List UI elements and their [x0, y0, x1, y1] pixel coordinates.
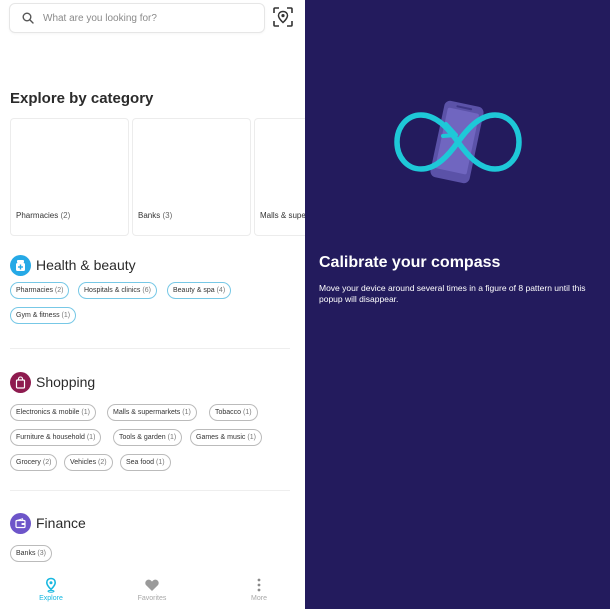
chip-count: (2) — [98, 459, 107, 466]
category-carousel[interactable]: Pharmacies (2) Banks (3) Malls & supe — [10, 118, 305, 236]
chip-label: Furniture & household — [16, 434, 85, 441]
chip-count: (1) — [182, 409, 191, 416]
health-beauty-icon — [10, 254, 31, 276]
chip-count: (2) — [42, 459, 52, 466]
search-icon — [22, 12, 34, 24]
calibrate-instructions: Move your device around several times in… — [319, 283, 586, 304]
chip-label: Malls & supermarkets — [113, 409, 181, 416]
chip-label: Sea food — [126, 459, 155, 466]
group-shopping: Shopping Electronics & mobile (1) Malls … — [10, 371, 295, 471]
chip-count: (1) — [81, 409, 90, 416]
chip-count: (2) — [54, 287, 64, 294]
more-vertical-icon — [257, 578, 261, 592]
nav-explore[interactable]: Explore — [11, 568, 91, 602]
chip-count: (1) — [243, 409, 252, 416]
bottom-navigation: Explore Favorites More — [0, 568, 305, 609]
category-card-malls[interactable]: Malls & supe — [254, 118, 305, 236]
group-health-beauty: Health & beauty Pharmacies (2) Hospitals… — [10, 254, 295, 326]
chip-label: Tools & garden — [119, 434, 166, 441]
chip-sea-food[interactable]: Sea food (1) — [120, 454, 171, 471]
nav-favorites[interactable]: Favorites — [112, 568, 192, 602]
nav-explore-label: Explore — [39, 595, 63, 602]
category-card-count: (3) — [162, 211, 173, 220]
chip-label: Grocery — [16, 459, 41, 466]
figure-eight-phone-icon — [394, 100, 522, 184]
explore-category-title: Explore by category — [10, 90, 154, 107]
chip-count: (4) — [216, 287, 226, 294]
category-card-count: (2) — [60, 211, 71, 220]
group-title: Finance — [36, 515, 86, 531]
location-pin-icon — [45, 577, 57, 593]
chip-games-music[interactable]: Games & music (1) — [190, 429, 262, 446]
chip-vehicles[interactable]: Vehicles (2) — [64, 454, 113, 471]
category-card-pharmacies[interactable]: Pharmacies (2) — [10, 118, 129, 236]
nav-favorites-label: Favorites — [137, 595, 167, 602]
chip-count: (1) — [86, 434, 96, 441]
chip-count: (1) — [167, 434, 177, 441]
group-title: Shopping — [36, 374, 96, 390]
chip-banks[interactable]: Banks (3) — [10, 545, 52, 562]
category-card-label: Banks — [138, 211, 161, 220]
chip-hospitals-clinics[interactable]: Hospitals & clinics (6) — [78, 282, 157, 299]
group-title: Health & beauty — [36, 257, 136, 273]
chip-tobacco[interactable]: Tobacco (1) — [209, 404, 258, 421]
chip-count: (3) — [37, 550, 46, 557]
nav-more[interactable]: More — [219, 568, 299, 602]
category-card-label: Malls & supe — [260, 211, 305, 220]
group-finance: Finance Banks (3) — [10, 512, 295, 562]
chip-label: Tobacco — [215, 409, 242, 416]
calibrate-compass-popup: Calibrate your compass Move your device … — [305, 0, 610, 609]
chip-label: Vehicles — [70, 459, 97, 466]
chip-label: Games & music — [196, 434, 246, 441]
calibrate-title: Calibrate your compass — [319, 254, 501, 271]
chip-count: (1) — [247, 434, 256, 441]
chip-furniture-household[interactable]: Furniture & household (1) — [10, 429, 102, 446]
search-placeholder: What are you looking for? — [43, 12, 157, 24]
chip-label: Pharmacies — [16, 287, 53, 294]
chip-label: Beauty & spa — [173, 287, 215, 294]
nav-more-label: More — [251, 595, 267, 602]
divider — [10, 490, 290, 491]
chip-electronics-mobile[interactable]: Electronics & mobile (1) — [10, 404, 96, 421]
chip-count: (1) — [155, 459, 165, 466]
search-bar[interactable]: What are you looking for? — [9, 3, 265, 33]
chip-malls-supermarkets[interactable]: Malls & supermarkets (1) — [107, 404, 197, 421]
divider — [10, 348, 290, 349]
wallet-icon — [10, 512, 31, 534]
category-card-banks[interactable]: Banks (3) — [132, 118, 251, 236]
chip-count: (1) — [61, 312, 71, 319]
chip-gym-fitness[interactable]: Gym & fitness (1) — [10, 307, 77, 324]
chip-label: Gym & fitness — [16, 312, 60, 319]
explore-screen: What are you looking for? Explore by cat… — [0, 0, 305, 609]
chip-count: (6) — [142, 287, 151, 294]
chip-pharmacies[interactable]: Pharmacies (2) — [10, 282, 70, 299]
chip-grocery[interactable]: Grocery (2) — [10, 454, 58, 471]
chip-label: Hospitals & clinics — [84, 287, 141, 294]
chip-label: Electronics & mobile — [16, 409, 80, 416]
heart-icon — [145, 579, 159, 591]
shopping-bag-icon — [10, 371, 31, 393]
chip-beauty-spa[interactable]: Beauty & spa (4) — [167, 282, 232, 299]
chip-label: Banks — [16, 550, 36, 557]
chip-tools-garden[interactable]: Tools & garden (1) — [113, 429, 183, 446]
ar-scan-location-icon[interactable] — [272, 6, 294, 28]
category-card-label: Pharmacies — [16, 211, 59, 220]
